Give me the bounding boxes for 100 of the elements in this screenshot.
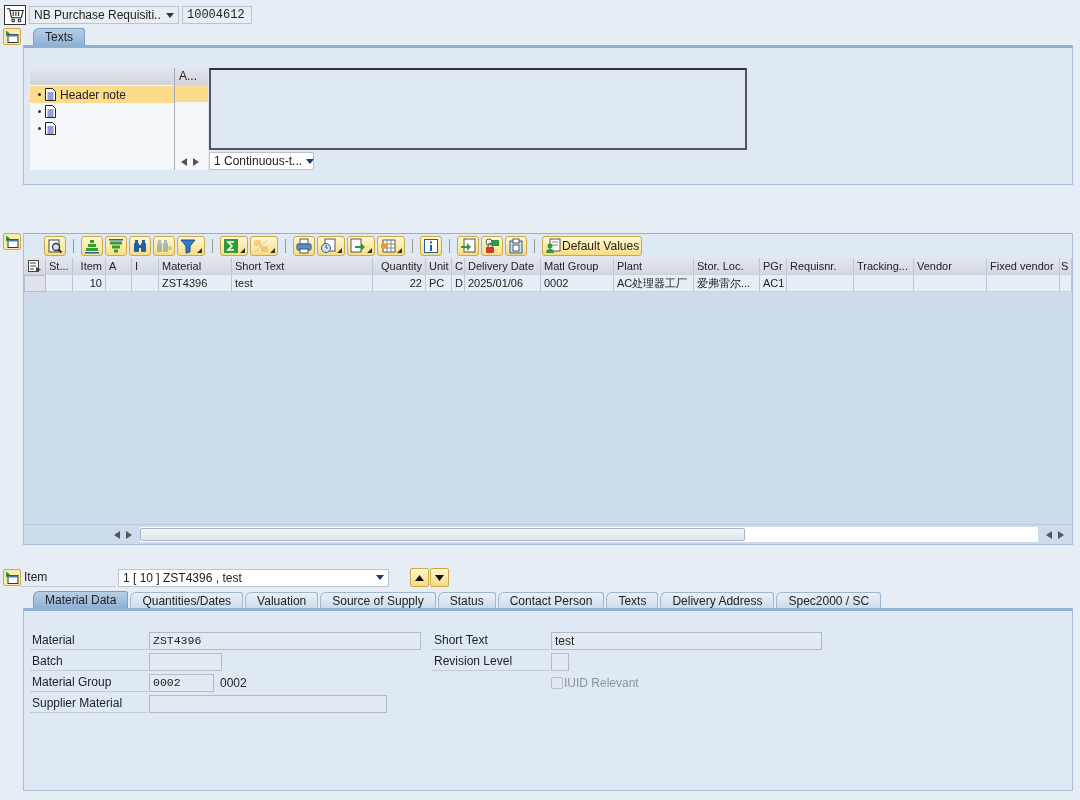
column-header[interactable]: Unit (426, 258, 452, 275)
tab[interactable]: Contact Person (497, 592, 605, 608)
document-type-dropdown[interactable]: NB Purchase Requisiti.. (29, 6, 179, 24)
table-cell: AC处理器工厂 (614, 275, 694, 292)
column-header[interactable]: Short Text (232, 258, 373, 275)
table-cell (132, 275, 159, 292)
export-icon (350, 238, 366, 254)
scrollbar-track[interactable] (140, 527, 1038, 542)
tab[interactable]: Delivery Address (660, 592, 775, 608)
toolbar-button[interactable] (177, 236, 205, 256)
column-header[interactable]: Matl Group (541, 258, 614, 275)
scrollbar-thumb[interactable] (140, 528, 745, 541)
field-label: Short Text (432, 631, 550, 650)
caret-icon (376, 575, 384, 580)
dropdown-corner-icon (337, 248, 342, 253)
tab[interactable]: Spec2000 / SC (776, 592, 882, 608)
column-header[interactable]: S (1060, 258, 1072, 275)
info-icon (423, 238, 439, 254)
column-header[interactable]: Quantity (373, 258, 426, 275)
field-label: Material Group (30, 673, 148, 692)
column-header[interactable]: PGr (760, 258, 787, 275)
selection-highlight (175, 85, 208, 102)
item-label: Item (21, 568, 116, 587)
table-cell (106, 275, 132, 292)
field-label: Supplier Material (30, 694, 148, 713)
column-header[interactable]: Item (73, 258, 106, 275)
scroll-left-icon (114, 530, 120, 539)
table-cell: 0002 (541, 275, 614, 292)
table-cell: D (452, 275, 465, 292)
column-header[interactable]: St... (46, 258, 73, 275)
column-header[interactable]: C (452, 258, 465, 275)
toolbar-button[interactable] (129, 236, 151, 256)
format-dropdown[interactable]: 1 Continuous-t... (209, 152, 314, 170)
input-field[interactable]: 0002 (149, 673, 214, 692)
toolbar-button[interactable] (81, 236, 103, 256)
tab[interactable]: Source of Supply (320, 592, 436, 608)
field-description: 0002 (220, 675, 247, 690)
binoculars-icon (132, 238, 148, 254)
column-header[interactable]: Delivery Date (465, 258, 541, 275)
dropdown-corner-icon (397, 248, 402, 253)
toolbar-button[interactable] (317, 236, 345, 256)
column-header[interactable]: Material (159, 258, 232, 275)
subtotal-icon (253, 238, 269, 254)
tab[interactable]: Quantities/Dates (130, 592, 244, 608)
toolbar-button[interactable] (44, 236, 66, 256)
caret-icon (166, 12, 174, 18)
column-header[interactable]: A (106, 258, 132, 275)
tab[interactable]: Status (437, 592, 496, 608)
column-header[interactable]: Tracking... (854, 258, 914, 275)
next-item-button[interactable] (430, 568, 449, 587)
input-field[interactable] (149, 652, 222, 671)
previous-item-button[interactable] (410, 568, 429, 587)
input-field[interactable]: ZST4396 (149, 631, 421, 650)
layout-icon (28, 260, 41, 272)
sort-descending-icon (108, 238, 124, 254)
panel-toggle-button[interactable] (3, 569, 21, 586)
toolbar-button[interactable] (105, 236, 127, 256)
item-dropdown[interactable]: 1 [ 10 ] ZST4396 , test (118, 568, 389, 587)
up-arrow-icon (415, 574, 424, 581)
default-values-icon (545, 238, 561, 254)
document-icon (45, 88, 56, 101)
table-cell: test (232, 275, 373, 292)
column-header[interactable]: Stor. Loc. (694, 258, 760, 275)
table-cell (787, 275, 854, 292)
scroll-right-icon (126, 530, 132, 539)
layout-icon (380, 238, 396, 254)
toolbar-button[interactable] (420, 236, 442, 256)
filter-icon (180, 238, 196, 254)
document-number-field[interactable]: 10004612 (182, 6, 252, 24)
table-cell (854, 275, 914, 292)
column-header[interactable]: Plant (614, 258, 694, 275)
toolbar-button[interactable]: Default Values (542, 236, 643, 256)
tab[interactable]: Texts (606, 592, 659, 608)
tab[interactable]: Material Data (33, 591, 129, 608)
dropdown-corner-icon (270, 248, 275, 253)
input-field[interactable] (149, 694, 387, 713)
column-header: A... (178, 68, 198, 85)
column-header[interactable]: I (132, 258, 159, 275)
caret-icon (306, 158, 315, 164)
print-icon (296, 238, 312, 254)
toolbar-button[interactable] (481, 236, 503, 256)
dropdown-corner-icon (197, 248, 202, 253)
column-header[interactable]: Requisnr. (787, 258, 854, 275)
input-field[interactable] (551, 652, 569, 671)
panel-toggle-button[interactable] (3, 233, 21, 250)
panel-toggle-icon (4, 234, 20, 250)
details-icon (47, 238, 63, 254)
checkbox-label: IUID Relevant (564, 675, 639, 690)
dropdown-corner-icon (367, 248, 372, 253)
input-field[interactable]: test (551, 631, 822, 650)
table-cell: 10 (73, 275, 106, 292)
panel-toggle-button[interactable] (3, 28, 21, 45)
text-editor[interactable] (209, 68, 747, 150)
tab[interactable]: Valuation (245, 592, 319, 608)
column-header[interactable]: Fixed vendor (987, 258, 1060, 275)
tab[interactable]: Texts (33, 28, 85, 45)
tree-item[interactable]: Header note (30, 86, 174, 103)
table-cell: PC (426, 275, 452, 292)
column-header[interactable]: Vendor (914, 258, 987, 275)
field-label: Batch (30, 652, 148, 671)
